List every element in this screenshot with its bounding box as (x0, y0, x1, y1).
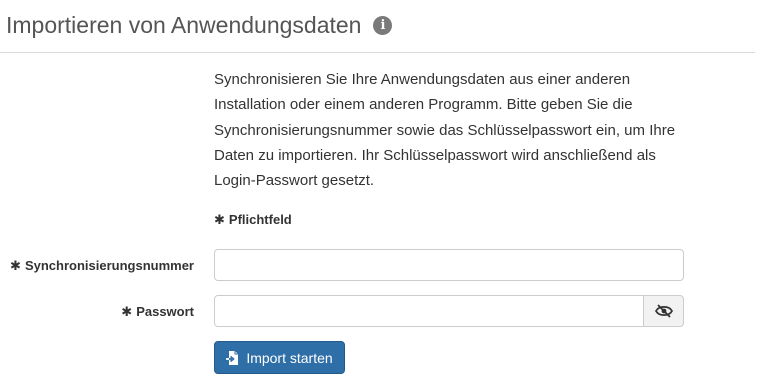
import-start-button[interactable]: Import starten (214, 341, 345, 374)
password-visibility-toggle[interactable] (644, 295, 684, 327)
sync-number-label-text: Synchronisierungsnummer (24, 258, 194, 273)
description-text: Synchronisieren Sie Ihre Anwendungsdaten… (214, 71, 676, 190)
sync-number-input[interactable] (214, 249, 684, 281)
page-title: Importieren von Anwendungsdaten i (6, 12, 393, 39)
required-asterisk: ✱ (121, 304, 133, 319)
required-field-note: ✱ Pflichtfeld (214, 212, 292, 228)
page-title-text: Importieren von Anwendungsdaten (6, 12, 362, 38)
file-import-icon (226, 350, 239, 366)
import-start-label: Import starten (246, 349, 333, 366)
password-input[interactable] (214, 295, 644, 327)
title-divider (0, 52, 755, 53)
required-note-label: Pflichtfeld (228, 212, 292, 227)
password-label-text: Passwort (136, 304, 194, 319)
required-asterisk: ✱ (214, 212, 225, 227)
info-circle-icon[interactable]: i (373, 16, 393, 35)
sync-number-label: ✱ Synchronisierungsnummer (10, 258, 194, 274)
password-label: ✱ Passwort (121, 304, 194, 320)
required-asterisk: ✱ (10, 258, 21, 273)
eye-slash-icon (654, 304, 673, 318)
password-input-group (214, 295, 684, 327)
